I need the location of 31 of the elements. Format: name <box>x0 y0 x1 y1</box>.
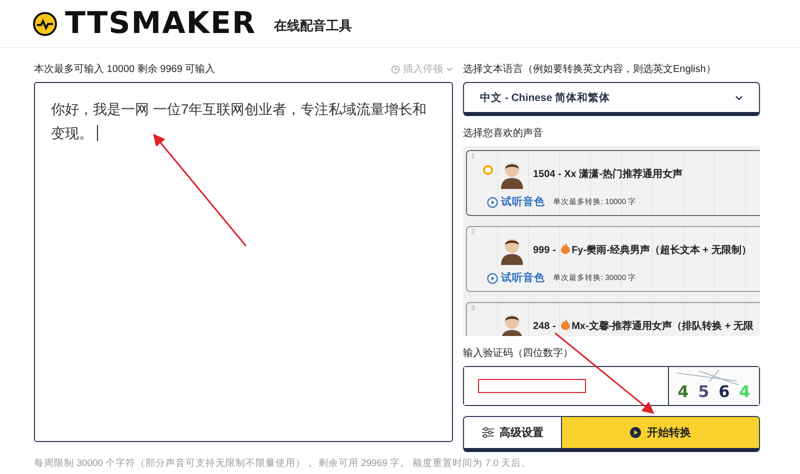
text-input-area[interactable]: 你好，我是一网 一位7年互联网创业者，专注私域流量增长和变现。 <box>34 82 453 442</box>
char-quota: 本次最多可输入 10000 剩余 9969 可输入 <box>34 62 216 76</box>
chevron-down-icon <box>735 94 743 100</box>
voice-name: 999 - Fy-樊雨-经典男声（超长文本 + 无限制） <box>533 243 752 257</box>
captcha-noise-lines <box>677 370 739 385</box>
advanced-settings-button[interactable]: 高级设置 <box>464 417 562 448</box>
preview-voice-link[interactable]: 试听音色 <box>487 195 545 209</box>
captcha-input[interactable] <box>464 367 669 405</box>
captcha-digit: 4 <box>739 382 750 401</box>
sliders-icon <box>482 427 494 438</box>
clock-icon <box>391 64 400 74</box>
captcha-digit: 4 <box>678 382 689 401</box>
chevron-down-icon <box>446 66 453 72</box>
captcha-digit: 5 <box>698 382 710 401</box>
logo-text: TTSMAKER <box>65 8 256 38</box>
voice-name: 248 - Mx-文馨-推荐通用女声（排队转换 + 无限 <box>533 319 754 333</box>
language-label: 选择文本语言（例如要转换英文内容，则选英文English） <box>463 62 717 76</box>
text-cursor <box>97 125 98 141</box>
preview-voice-link[interactable]: 试听音色 <box>487 271 545 285</box>
usage-note: 每周限制 30000 个字符（部分声音可支持无限制不限量使用）， 剩余可用 29969 字。 额度重置时间为 7.0 天后。 <box>34 457 532 470</box>
play-icon <box>487 272 498 284</box>
language-select[interactable]: 中文 - Chinese 简体和繁体 <box>463 82 760 116</box>
captcha-label: 输入验证码（四位数字） <box>463 346 574 360</box>
page-subtitle: 在线配音工具 <box>274 16 352 34</box>
voice-name: 1504 - Xx 潇潇-热门推荐通用女声 <box>533 167 682 181</box>
start-conversion-button[interactable]: 开始转换 <box>562 417 759 448</box>
play-icon <box>487 196 498 208</box>
logo-icon <box>33 12 57 36</box>
voice-label: 选择您喜欢的声音 <box>463 126 544 140</box>
captcha-digit: 6 <box>718 382 730 401</box>
play-icon <box>630 427 641 438</box>
